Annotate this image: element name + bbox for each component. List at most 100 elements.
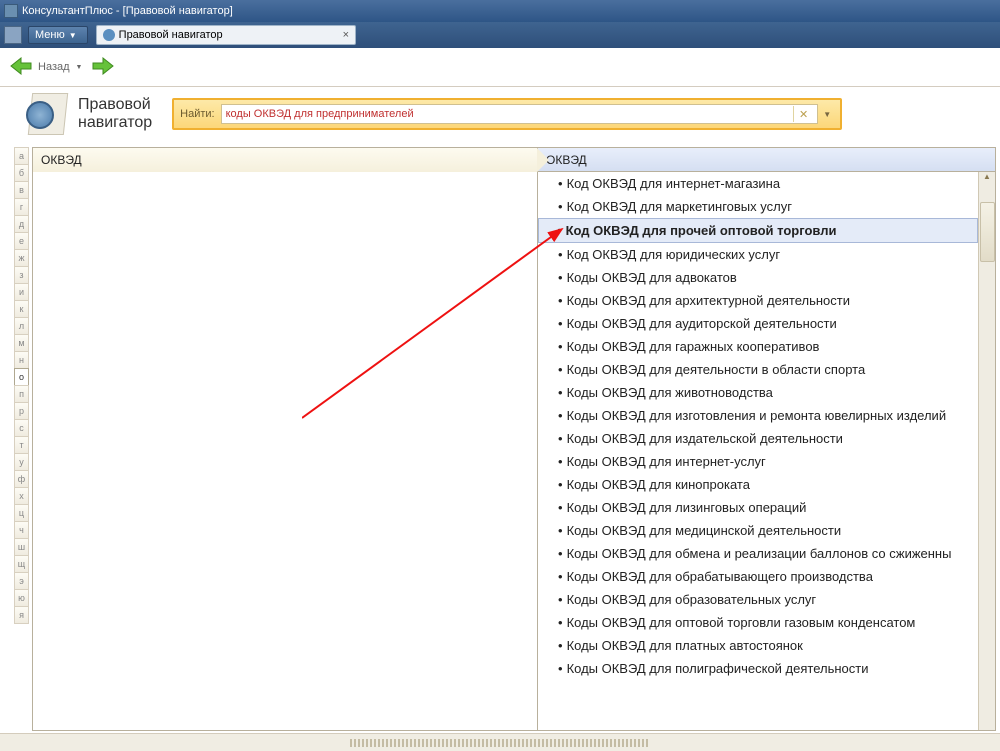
status-bar [0,733,1000,751]
left-list[interactable] [33,172,537,730]
alpha-btn-п[interactable]: п [14,385,29,403]
alpha-btn-ш[interactable]: ш [14,538,29,556]
list-item-label: Коды ОКВЭД для гаражных кооперативов [567,339,820,354]
list-item[interactable]: •Коды ОКВЭД для интернет-услуг [538,450,978,473]
search-box: Найти: коды ОКВЭД для предпринимателей ✕… [172,98,842,130]
list-item[interactable]: •Коды ОКВЭД для животноводства [538,381,978,404]
alpha-btn-ц[interactable]: ц [14,504,29,522]
alpha-btn-ю[interactable]: ю [14,589,29,607]
search-input[interactable]: коды ОКВЭД для предпринимателей ✕ [221,104,819,124]
bullet-icon: • [558,500,563,515]
window-title: КонсультантПлюс - [Правовой навигатор] [22,5,233,17]
list-item[interactable]: •Коды ОКВЭД для оптовой торговли газовым… [538,611,978,634]
alpha-btn-у[interactable]: у [14,453,29,471]
bullet-icon: • [558,546,563,561]
alpha-btn-ф[interactable]: ф [14,470,29,488]
resize-grip[interactable] [350,739,650,747]
list-item-label: Код ОКВЭД для маркетинговых услуг [567,199,792,214]
alpha-btn-н[interactable]: н [14,351,29,369]
list-item[interactable]: •Код ОКВЭД для интернет-магазина [538,172,978,195]
alpha-btn-с[interactable]: с [14,419,29,437]
alpha-btn-л[interactable]: л [14,317,29,335]
alpha-btn-э[interactable]: э [14,572,29,590]
alpha-btn-р[interactable]: р [14,402,29,420]
alpha-btn-в[interactable]: в [14,181,29,199]
alpha-btn-з[interactable]: з [14,266,29,284]
alpha-btn-т[interactable]: т [14,436,29,454]
list-item[interactable]: •Коды ОКВЭД для архитектурной деятельнос… [538,289,978,312]
forward-button[interactable] [92,57,114,78]
list-item[interactable]: • Коды ОКВЭД для адвокатов [538,266,978,289]
alpha-btn-д[interactable]: д [14,215,29,233]
list-item[interactable]: •Код ОКВЭД для юридических услуг [538,243,978,266]
bullet-icon: • [558,176,563,191]
close-icon[interactable]: × [343,29,349,41]
alpha-btn-ж[interactable]: ж [14,249,29,267]
nav-toolbar: Назад ▼ [0,48,1000,86]
list-item[interactable]: •Коды ОКВЭД для изготовления и ремонта ю… [538,404,978,427]
list-item-label: Коды ОКВЭД для деятельности в области сп… [567,362,866,377]
bullet-icon: • [558,385,563,400]
menu-button[interactable]: Меню ▼ [28,26,88,44]
scroll-thumb[interactable] [980,202,995,262]
alpha-btn-и[interactable]: и [14,283,29,301]
list-item[interactable]: •Коды ОКВЭД для обмена и реализации балл… [538,542,978,565]
list-item[interactable]: •Коды ОКВЭД для полиграфической деятельн… [538,657,978,680]
alpha-btn-г[interactable]: г [14,198,29,216]
search-dropdown-icon[interactable]: ▼ [820,110,834,119]
list-item[interactable]: • Коды ОКВЭД для лизинговых операций [538,496,978,519]
list-item-label: Коды ОКВЭД для полиграфической деятельно… [567,661,869,676]
back-label: Назад [38,61,70,73]
list-item[interactable]: • Коды ОКВЭД для гаражных кооперативов [538,335,978,358]
alpha-btn-б[interactable]: б [14,164,29,182]
active-tab[interactable]: Правовой навигатор × [96,25,356,45]
app-icon [4,4,18,18]
left-pane: ОКВЭД [32,147,538,731]
list-item[interactable]: •Коды ОКВЭД для обрабатывающего производ… [538,565,978,588]
bullet-icon: • [558,362,563,377]
alpha-btn-а[interactable]: а [14,147,29,165]
list-item-label: Коды ОКВЭД для адвокатов [567,270,737,285]
list-item-label: Коды ОКВЭД для платных автостоянок [567,638,803,653]
bullet-icon: • [558,523,563,538]
alpha-btn-м[interactable]: м [14,334,29,352]
list-item[interactable]: •Коды ОКВЭД для издательской деятельност… [538,427,978,450]
right-list[interactable]: •Код ОКВЭД для интернет-магазина•Код ОКВ… [538,172,978,730]
list-item-label: Код ОКВЭД для юридических услуг [567,247,781,262]
alpha-btn-х[interactable]: х [14,487,29,505]
list-item[interactable]: •Код ОКВЭД для прочей оптовой торговли [538,218,978,243]
list-item[interactable]: • Коды ОКВЭД для аудиторской деятельности [538,312,978,335]
scrollbar[interactable]: ▲ [978,172,995,730]
list-item[interactable]: •Коды ОКВЭД для платных автостоянок [538,634,978,657]
bullet-icon: • [558,270,563,285]
list-item-label: Коды ОКВЭД для изготовления и ремонта юв… [567,408,947,423]
list-item[interactable]: •Коды ОКВЭД для кинопроката [538,473,978,496]
list-item[interactable]: •Коды ОКВЭД для образовательных услуг [538,588,978,611]
alpha-btn-щ[interactable]: щ [14,555,29,573]
clear-icon[interactable]: ✕ [793,106,813,122]
home-icon[interactable] [4,26,22,44]
bullet-icon: • [558,477,563,492]
list-item-label: Коды ОКВЭД для медицинской деятельности [567,523,842,538]
bullet-icon: • [558,339,563,354]
bullet-icon: • [558,293,563,308]
search-label: Найти: [180,108,214,120]
list-item-label: Коды ОКВЭД для издательской деятельности [567,431,843,446]
alpha-btn-е[interactable]: е [14,232,29,250]
list-item[interactable]: • Коды ОКВЭД для деятельности в области с… [538,358,978,381]
list-item[interactable]: • Код ОКВЭД для маркетинговых услуг [538,195,978,218]
alpha-btn-ч[interactable]: ч [14,521,29,539]
alpha-btn-о[interactable]: о [14,368,29,386]
alpha-btn-к[interactable]: к [14,300,29,318]
menu-bar: Меню ▼ Правовой навигатор × [0,22,1000,48]
bullet-icon: • [558,316,563,331]
list-item[interactable]: • Коды ОКВЭД для медицинской деятельности [538,519,978,542]
page-header: Правовой навигатор Найти: коды ОКВЭД для… [0,87,1000,141]
history-dropdown[interactable]: ▼ [76,64,83,71]
back-button[interactable] [10,57,32,78]
list-item-label: Коды ОКВЭД для лизинговых операций [567,500,807,515]
list-item-label: Коды ОКВЭД для аудиторской деятельности [567,316,837,331]
list-item-label: Код ОКВЭД для прочей оптовой торговли [566,223,837,238]
alpha-btn-я[interactable]: я [14,606,29,624]
bullet-icon: • [558,199,563,214]
